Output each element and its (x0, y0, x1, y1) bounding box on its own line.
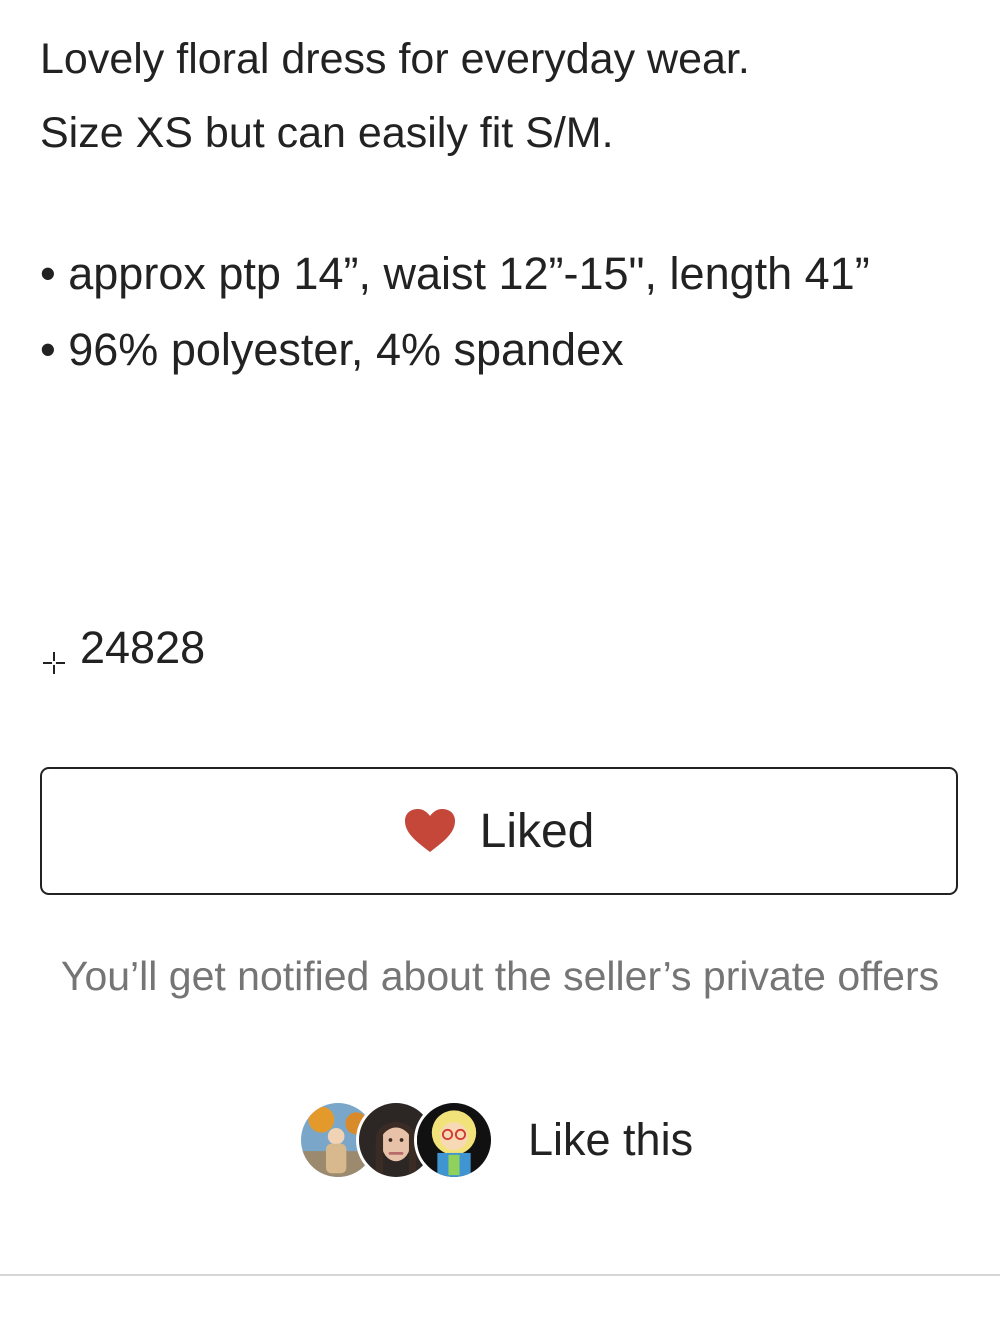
sparkle-icon (40, 634, 68, 674)
description-line-2: Size XS but can easily fit S/M. (40, 109, 614, 157)
item-details-list: • approx ptp 14”, waist 12”-15", length … (40, 238, 960, 386)
like-button-label: Liked (479, 804, 595, 858)
private-offers-notice: You’ll get notified about the seller’s p… (60, 953, 940, 999)
item-description: Lovely floral dress for everyday wear. S… (40, 22, 970, 170)
heart-icon (404, 808, 456, 854)
likers-label[interactable]: Like this (528, 1114, 693, 1166)
detail-measurements: • approx ptp 14”, waist 12”-15", length … (40, 248, 870, 299)
item-tag-number: 24828 (80, 622, 206, 673)
likers-row[interactable]: Like this (298, 1098, 693, 1182)
section-divider (0, 1274, 1000, 1276)
detail-material: • 96% polyester, 4% spandex (40, 324, 624, 375)
avatar-user-3[interactable] (414, 1100, 494, 1180)
item-tag: 24828 (40, 620, 205, 676)
like-button[interactable]: Liked (40, 767, 958, 895)
description-line-1: Lovely floral dress for everyday wear. (40, 35, 750, 83)
